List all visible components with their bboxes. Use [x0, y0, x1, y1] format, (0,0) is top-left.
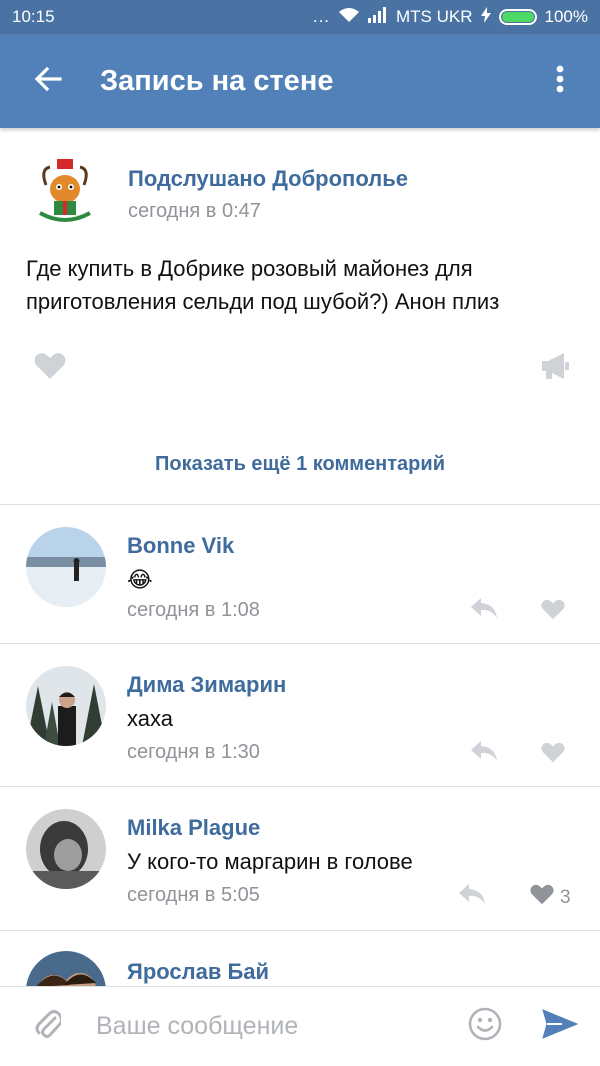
status-bar: 10:15 ... MTS UKR 100%: [0, 0, 600, 34]
comment-item: Дима Зимарин хаха сегодня в 1:30: [0, 644, 600, 787]
share-button[interactable]: [540, 352, 570, 385]
post-meta: Подслушано Доброполье сегодня в 0:47: [104, 166, 408, 223]
comment-author[interactable]: Дима Зимарин: [127, 672, 286, 698]
post-header: Подслушано Доброполье сегодня в 0:47: [0, 128, 600, 238]
comment-like-button[interactable]: [541, 742, 571, 769]
comment-time: сегодня в 1:08: [127, 599, 260, 621]
post-actions: [0, 318, 600, 418]
paperclip-icon: [35, 1008, 63, 1045]
emoji-button[interactable]: [450, 987, 520, 1066]
signal-icon: [368, 6, 388, 28]
reply-arrow-icon: [470, 598, 498, 623]
avatar[interactable]: [26, 666, 106, 746]
avatar[interactable]: [26, 809, 106, 889]
avatar[interactable]: [26, 951, 106, 987]
more-options-button[interactable]: [520, 34, 600, 128]
attach-button[interactable]: [0, 987, 96, 1066]
back-button[interactable]: [0, 34, 96, 128]
send-icon: [542, 1009, 579, 1044]
comment-text: У кого-то маргарин в голове: [127, 849, 413, 874]
wifi-icon: [338, 7, 360, 28]
comment-text: 😂: [127, 567, 153, 592]
reply-button[interactable]: [470, 597, 498, 624]
heart-icon: [541, 599, 565, 626]
battery-level: 100%: [544, 7, 588, 26]
charging-icon: [480, 6, 491, 28]
megaphone-icon: [540, 352, 570, 384]
carrier-name: MTS UKR: [396, 7, 473, 26]
avatar[interactable]: [26, 527, 106, 607]
wall-post: Подслушано Доброполье сегодня в 0:47 Где…: [0, 128, 600, 418]
comment-author[interactable]: Bonne Vik: [127, 533, 234, 559]
comment-item: Bonne Vik 😂 сегодня в 1:08: [0, 505, 600, 648]
heart-icon: [541, 742, 565, 769]
reply-button[interactable]: [470, 740, 498, 767]
comment-author[interactable]: Milka Plague: [127, 815, 260, 841]
comment-like-button[interactable]: 3: [530, 884, 571, 911]
comment-like-button[interactable]: [541, 599, 571, 626]
app-bar: Запись на стене: [0, 34, 600, 128]
comment-time: сегодня в 1:30: [127, 741, 260, 763]
status-indicators: ... MTS UKR 100%: [312, 6, 588, 28]
community-avatar[interactable]: [26, 155, 104, 233]
comment-time: сегодня в 5:05: [127, 884, 260, 906]
reply-arrow-icon: [470, 741, 498, 766]
message-composer: [0, 986, 600, 1066]
post-text: Где купить в Добрике розовый майонез для…: [26, 256, 500, 314]
send-button[interactable]: [520, 987, 600, 1066]
page-title: Запись на стене: [100, 64, 334, 97]
comment-author[interactable]: Ярослав Бай: [127, 959, 269, 985]
post-time: сегодня в 0:47: [128, 199, 261, 222]
like-count: 3: [560, 886, 571, 908]
like-button[interactable]: [34, 352, 66, 385]
heart-icon: [34, 352, 66, 384]
arrow-left-icon: [34, 66, 62, 97]
heart-icon: [530, 884, 554, 911]
comment-item: Ярослав Бай: [0, 931, 600, 987]
smiley-icon: [468, 1007, 502, 1046]
post-author[interactable]: Подслушано Доброполье: [128, 166, 408, 192]
message-input[interactable]: [96, 996, 450, 1057]
comment-item: Milka Plague У кого-то маргарин в голове…: [0, 787, 600, 930]
notification-dots: ...: [312, 7, 331, 26]
comment-text: хаха: [127, 706, 173, 731]
reply-arrow-icon: [458, 884, 486, 909]
show-more-comments[interactable]: Показать ещё 1 комментарий: [0, 436, 600, 492]
status-time: 10:15: [12, 7, 55, 26]
battery-icon: [498, 9, 537, 25]
reply-button[interactable]: [458, 883, 486, 910]
more-vertical-icon: [556, 65, 564, 98]
